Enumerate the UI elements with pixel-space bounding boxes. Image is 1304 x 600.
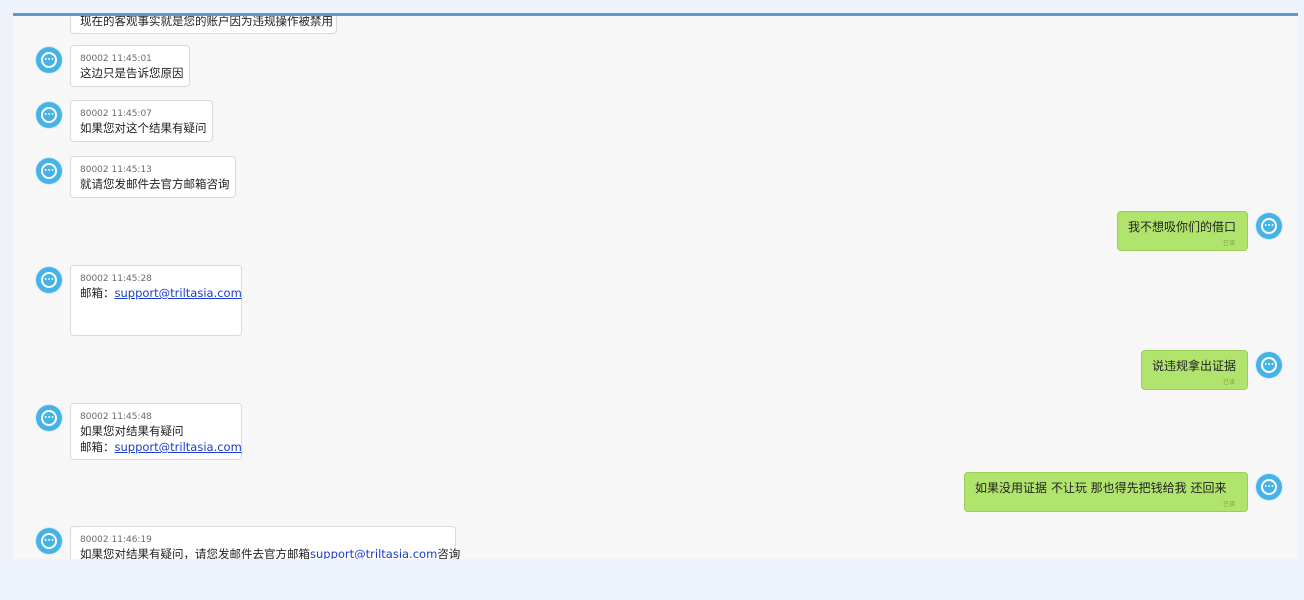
message-meta: 80002 11:45:28 xyxy=(80,274,152,284)
agent-message-bubble: 80002 11:45:48 如果您对结果有疑问 邮箱：support@tril… xyxy=(70,403,242,460)
agent-avatar-icon xyxy=(36,158,62,184)
message-text: 这边只是告诉您原因 xyxy=(80,66,184,80)
agent-message-bubble: 80002 11:46:19 如果您对结果有疑问，请您发邮件去官方邮箱suppo… xyxy=(70,526,460,559)
email-link[interactable]: support@triltasia.com xyxy=(310,547,437,559)
message-text: 就请您发邮件去官方邮箱咨询 xyxy=(80,177,230,191)
message-text-prefix: 如果您对结果有疑问，请您发邮件去官方邮箱 xyxy=(80,547,310,559)
agent-message-bubble: 80002 11:45:07 如果您对这个结果有疑问 xyxy=(70,100,213,142)
message-meta: 80002 11:45:48 xyxy=(80,412,152,422)
agent-message-bubble: 80002 11:45:01 这边只是告诉您原因 xyxy=(70,45,190,87)
user-avatar-icon xyxy=(1256,213,1282,239)
user-message-bubble: 如果没用证据 不让玩 那也得先把钱给我 还回来 已读 xyxy=(964,472,1248,512)
chat-window: 现在的客观事实就是您的账户因为违规操作被禁用 80002 11:45:01 这边… xyxy=(13,13,1298,559)
message-text-suffix: 咨询 xyxy=(437,547,461,559)
message-text: 如果您对结果有疑问，请您发邮件去官方邮箱support@triltasia.co… xyxy=(80,546,460,559)
message-text: 我不想吸你们的借口 xyxy=(1128,220,1237,234)
message-meta: 80002 11:45:13 xyxy=(80,165,152,175)
message-text: 如果没用证据 不让玩 那也得先把钱给我 还回来 xyxy=(975,481,1227,495)
agent-avatar-icon xyxy=(36,405,62,431)
agent-avatar-icon xyxy=(36,47,62,73)
agent-message-bubble: 80002 11:45:28 邮箱：support@triltasia.com xyxy=(70,265,242,336)
user-avatar-icon xyxy=(1256,352,1282,378)
agent-message-bubble: 80002 11:45:13 就请您发邮件去官方邮箱咨询 xyxy=(70,156,236,198)
agent-avatar-icon xyxy=(36,102,62,128)
agent-avatar-icon xyxy=(36,528,62,554)
user-message-bubble: 我不想吸你们的借口 已读 xyxy=(1117,211,1248,251)
read-status: 已读 xyxy=(1222,240,1235,247)
agent-message-bubble: 现在的客观事实就是您的账户因为违规操作被禁用 xyxy=(70,14,337,34)
message-text-prefix: 邮箱： xyxy=(80,286,115,300)
read-status: 已读 xyxy=(1222,379,1235,386)
message-text: 说违规拿出证据 xyxy=(1152,359,1237,373)
read-status: 已读 xyxy=(1222,501,1235,508)
message-meta: 80002 11:45:01 xyxy=(80,54,152,64)
user-avatar-icon xyxy=(1256,474,1282,500)
message-text-prefix: 邮箱： xyxy=(80,440,115,454)
user-message-bubble: 说违规拿出证据 已读 xyxy=(1141,350,1248,390)
message-meta: 80002 11:46:19 xyxy=(80,535,152,545)
message-text: 邮箱：support@triltasia.com xyxy=(80,439,242,455)
message-text: 如果您对这个结果有疑问 xyxy=(80,121,207,135)
email-link[interactable]: support@triltasia.com xyxy=(115,440,242,454)
agent-avatar-icon xyxy=(36,267,62,293)
message-meta: 80002 11:45:07 xyxy=(80,109,152,119)
message-text: 现在的客观事实就是您的账户因为违规操作被禁用 xyxy=(80,14,333,28)
message-text: 如果您对结果有疑问 xyxy=(80,424,184,438)
email-link[interactable]: support@triltasia.com xyxy=(115,286,242,300)
message-text: 邮箱：support@triltasia.com xyxy=(80,285,242,301)
